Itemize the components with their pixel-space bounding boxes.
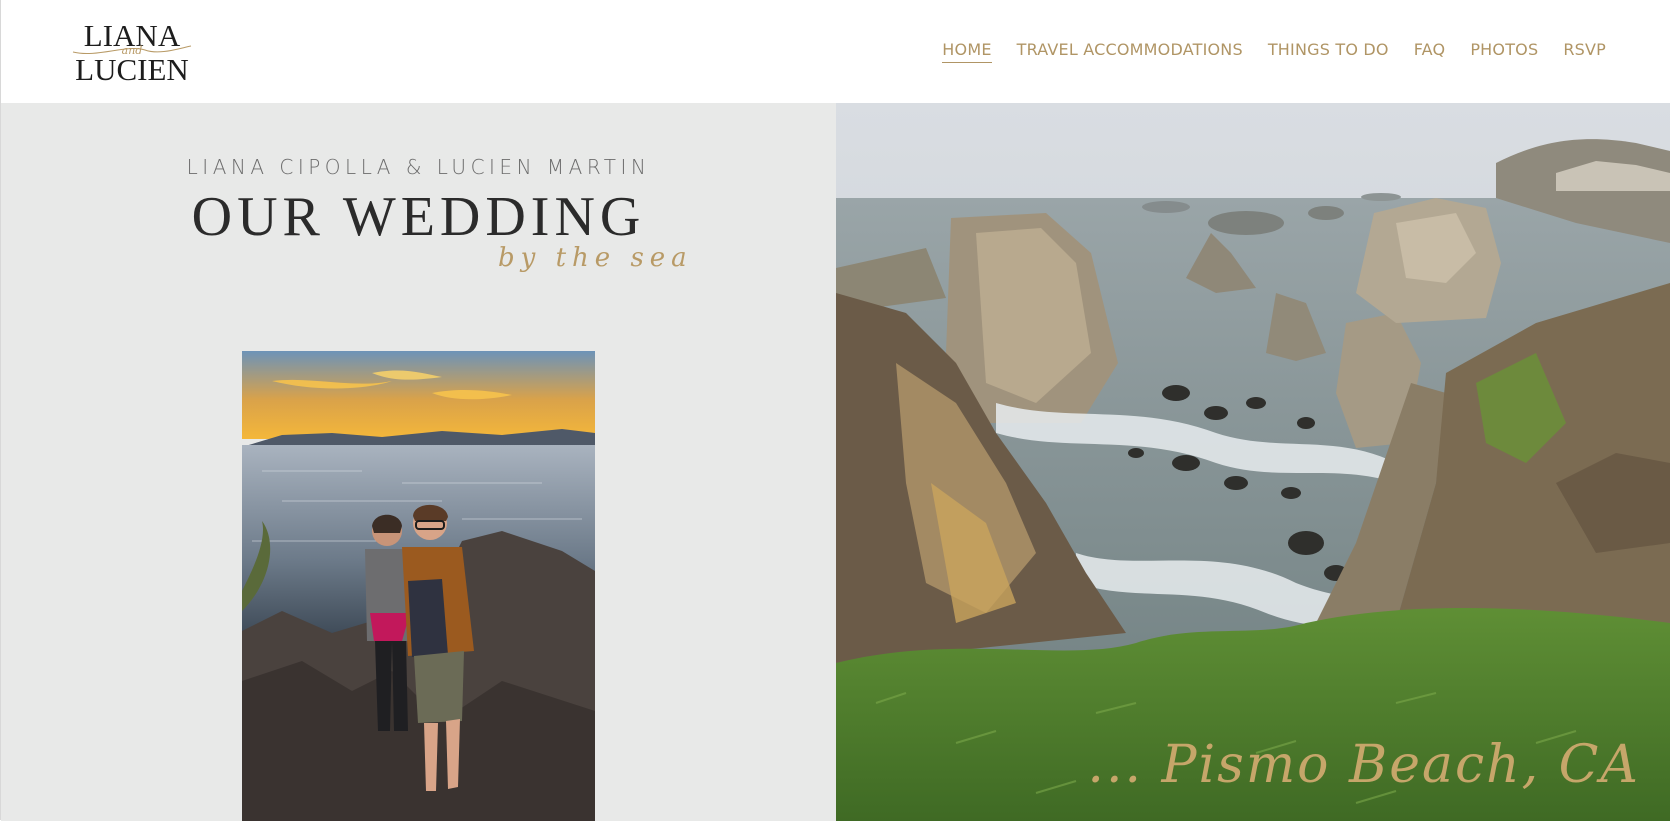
tagline: by the sea <box>498 243 693 273</box>
hero-text-panel: LIANA CIPOLLA & LUCIEN MARTIN OUR WEDDIN… <box>1 103 836 821</box>
logo-bottom-text: LUCIEN <box>75 52 189 87</box>
coastline-photo: ... Pismo Beach, CA <box>836 103 1670 821</box>
page-title: OUR WEDDING <box>191 186 646 248</box>
location-caption: ... Pismo Beach, CA <box>1087 735 1640 795</box>
nav-travel-accommodations[interactable]: TRAVEL ACCOMMODATIONS <box>1017 40 1243 63</box>
couple-names: LIANA CIPOLLA & LUCIEN MARTIN <box>186 155 651 179</box>
couple-photo <box>242 351 595 821</box>
nav-photos[interactable]: PHOTOS <box>1470 40 1538 63</box>
site-header: LIANA and LUCIEN HOME TRAVEL ACCOMMODATI… <box>1 0 1670 103</box>
site-logo[interactable]: LIANA and LUCIEN <box>67 18 197 87</box>
main-nav: HOME TRAVEL ACCOMMODATIONS THINGS TO DO … <box>942 40 1606 63</box>
nav-faq[interactable]: FAQ <box>1414 40 1446 63</box>
nav-rsvp[interactable]: RSVP <box>1563 40 1606 63</box>
nav-things-to-do[interactable]: THINGS TO DO <box>1268 40 1389 63</box>
nav-home[interactable]: HOME <box>942 40 992 63</box>
